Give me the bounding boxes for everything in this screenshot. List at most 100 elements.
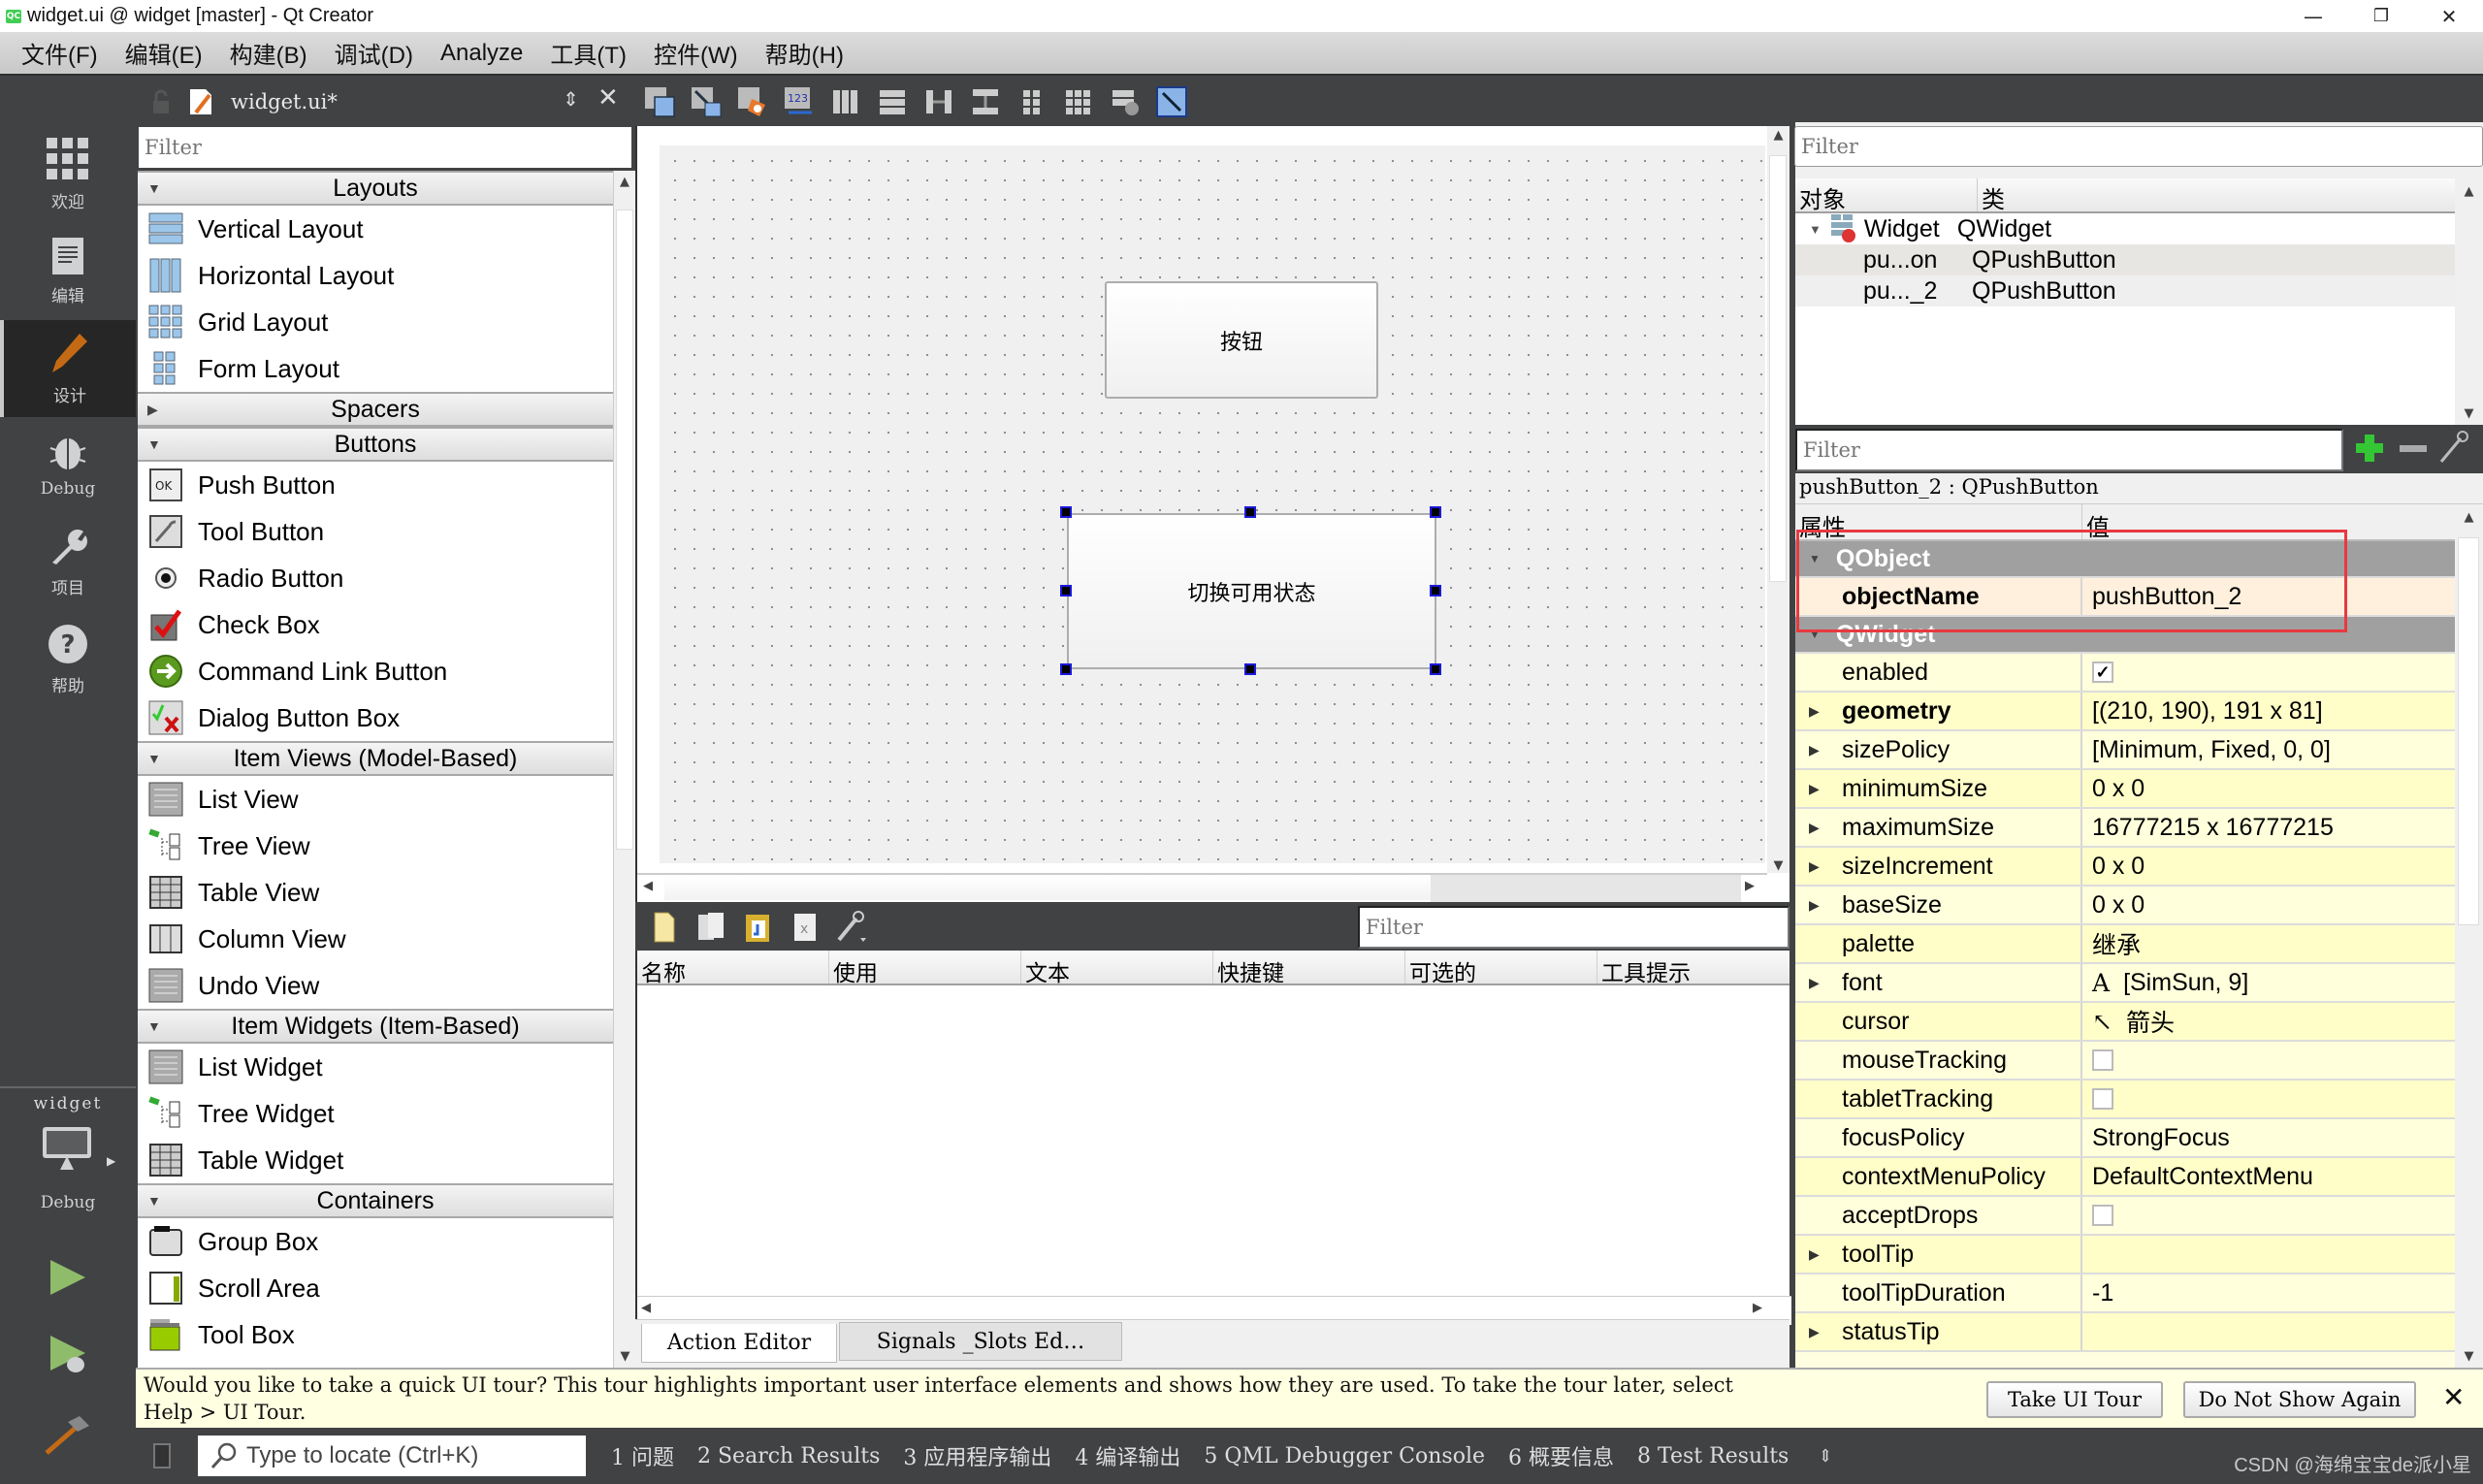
property-row-sizepolicy[interactable]: ▶ sizePolicy [Minimum, Fixed, 0, 0] (1795, 731, 2455, 770)
property-row-basesize[interactable]: ▶ baseSize 0 x 0 (1795, 887, 2455, 925)
scroll-down-icon[interactable]: ▼ (2455, 406, 2483, 421)
edit-signals-slots-button[interactable] (688, 84, 725, 119)
edit-buddies-button[interactable] (734, 84, 771, 119)
property-row-cursor[interactable]: cursor ↖ 箭头 (1795, 1003, 2455, 1042)
column-header-name[interactable]: 名称 (637, 951, 829, 986)
column-header-shortcut[interactable]: 快捷键 (1213, 951, 1405, 986)
layout-vsplitter-button[interactable] (967, 84, 1004, 119)
layout-form-button[interactable] (1014, 84, 1050, 119)
property-row-enabled[interactable]: enabled ✓ (1795, 654, 2455, 693)
resize-handle[interactable] (1430, 663, 1441, 675)
widget-item-table-view[interactable]: Table View (138, 869, 613, 916)
widget-item-list-widget[interactable]: List Widget (138, 1044, 613, 1090)
widget-item-grid-layout[interactable]: Grid Layout (138, 299, 613, 345)
widget-item-column-view[interactable]: Column View (138, 916, 613, 962)
menu-analyze[interactable]: Analyze (427, 40, 536, 67)
menu-tools[interactable]: 工具(T) (536, 36, 640, 70)
document-name[interactable]: widget.ui* (231, 90, 338, 113)
toggle-sidebar-button[interactable] (153, 1443, 171, 1468)
category-containers[interactable]: ▼ Containers (138, 1183, 613, 1218)
property-value-cell[interactable] (2082, 1088, 2113, 1110)
lock-icon[interactable] (151, 89, 171, 114)
expand-arrow-icon[interactable]: ▼ (147, 436, 161, 452)
collapse-arrow-icon[interactable]: ▼ (1809, 222, 1822, 237)
menu-build[interactable]: 构建(B) (216, 36, 321, 70)
property-value-cell[interactable] (2082, 1205, 2113, 1226)
expand-arrow-icon[interactable]: ▶ (1809, 820, 1820, 836)
category-buttons[interactable]: ▼ Buttons (138, 427, 613, 462)
scroll-left-icon[interactable]: ◀ (643, 879, 653, 893)
pane-search-results[interactable]: 2 Search Results (697, 1444, 880, 1468)
action-filter-input[interactable] (1358, 906, 1790, 949)
widget-item-vertical-layout[interactable]: Vertical Layout (138, 206, 613, 252)
scrollbar-thumb[interactable] (2458, 537, 2479, 925)
property-value-cell[interactable]: 0 x 0 (2082, 775, 2144, 803)
widget-item-group-box[interactable]: Group Box (138, 1218, 613, 1265)
widget-item-push-button[interactable]: OK Push Button (138, 462, 613, 508)
do-not-show-again-button[interactable]: Do Not Show Again (2183, 1381, 2416, 1418)
property-row-acceptdrops[interactable]: acceptDrops (1795, 1197, 2455, 1236)
document-switch-icon[interactable]: ⇕ (563, 87, 579, 111)
widget-item-table-widget[interactable]: Table Widget (138, 1137, 613, 1183)
scroll-up-icon[interactable]: ▲ (1767, 126, 1790, 143)
category-item-widgets-item-based[interactable]: ▼ Item Widgets (Item-Based) (138, 1009, 613, 1044)
property-checkbox[interactable] (2092, 1049, 2113, 1071)
more-panes-icon[interactable]: ⇕ (1818, 1446, 1832, 1467)
new-action-button[interactable] (647, 910, 684, 945)
expand-arrow-icon[interactable]: ▶ (1809, 703, 1820, 720)
property-row-focuspolicy[interactable]: focusPolicy StrongFocus (1795, 1119, 2455, 1158)
close-document-button[interactable]: ✕ (597, 83, 619, 113)
close-window-button[interactable]: ✕ (2415, 0, 2483, 32)
edit-widgets-button[interactable] (641, 84, 678, 119)
column-header-used[interactable]: 使用 (829, 951, 1021, 986)
column-header-checkable[interactable]: 可选的 (1405, 951, 1597, 986)
form-push-button-2-selected[interactable]: 切换可用状态 (1067, 513, 1436, 669)
resize-handle[interactable] (1244, 506, 1256, 518)
scroll-left-icon[interactable]: ◀ (641, 1301, 651, 1315)
property-value-cell[interactable]: 0 x 0 (2082, 853, 2144, 881)
mode-debug[interactable]: Debug (0, 417, 136, 514)
tab-signals-slots-editor[interactable]: Signals _Slots Ed… (839, 1322, 1122, 1361)
close-tour-bar-button[interactable]: ✕ (2442, 1381, 2465, 1413)
expand-arrow-icon[interactable]: ▼ (147, 180, 161, 196)
scrollbar-thumb[interactable] (616, 210, 633, 850)
delete-action-button[interactable]: x (787, 910, 823, 945)
debug-run-button[interactable] (48, 1334, 91, 1380)
layout-vertical-button[interactable] (874, 84, 911, 119)
property-value-cell[interactable]: [Minimum, Fixed, 0, 0] (2082, 736, 2331, 764)
scroll-up-icon[interactable]: ▲ (2455, 504, 2483, 525)
scroll-right-icon[interactable]: ▶ (1753, 1301, 1762, 1315)
mode-projects[interactable]: 项目 (0, 514, 136, 611)
mode-design[interactable]: 设计 (0, 320, 136, 417)
property-row-palette[interactable]: palette 继承 (1795, 925, 2455, 964)
expand-arrow-icon[interactable]: ▶ (1809, 897, 1820, 914)
resize-handle[interactable] (1430, 585, 1441, 597)
menu-file[interactable]: 文件(F) (8, 36, 112, 70)
tree-row-pushbutton[interactable]: pu...on QPushButton (1795, 244, 2455, 275)
resize-handle[interactable] (1244, 663, 1256, 675)
form-widget[interactable]: 按钮 切换可用状态 (660, 145, 1765, 863)
mode-edit[interactable]: 编辑 (0, 223, 136, 320)
tree-row-widget[interactable]: ▼ Widget QWidget (1795, 213, 2455, 244)
column-header-class[interactable]: 类 (1978, 178, 2009, 213)
scroll-down-icon[interactable]: ▼ (614, 1349, 636, 1364)
property-value-cell[interactable]: 16777215 x 16777215 (2082, 814, 2334, 842)
property-row-mousetracking[interactable]: mouseTracking (1795, 1042, 2455, 1081)
widget-item-tree-view[interactable]: Tree View (138, 823, 613, 869)
widget-item-list-view[interactable]: List View (138, 776, 613, 823)
category-layouts[interactable]: ▼ Layouts (138, 171, 613, 206)
expand-arrow-icon[interactable]: ▼ (147, 751, 161, 766)
property-checkbox[interactable] (2092, 1088, 2113, 1110)
mode-welcome[interactable]: 欢迎 (0, 126, 136, 223)
property-row-tablettracking[interactable]: tabletTracking (1795, 1081, 2455, 1119)
object-inspector-scrollbar[interactable]: ▲ ▼ (2455, 178, 2483, 425)
widget-item-check-box[interactable]: Check Box (138, 601, 613, 648)
pane-test-results[interactable]: 8 Test Results (1637, 1444, 1789, 1468)
expand-arrow-icon[interactable]: ▼ (147, 1193, 161, 1209)
expand-arrow-icon[interactable]: ▶ (1809, 742, 1820, 758)
column-header-tooltip[interactable]: 工具提示 (1597, 951, 1790, 986)
widget-item-radio-button[interactable]: Radio Button (138, 555, 613, 601)
take-ui-tour-button[interactable]: Take UI Tour (1986, 1381, 2163, 1418)
layout-horizontal-button[interactable] (827, 84, 864, 119)
scrollbar-track[interactable] (1431, 875, 1741, 902)
